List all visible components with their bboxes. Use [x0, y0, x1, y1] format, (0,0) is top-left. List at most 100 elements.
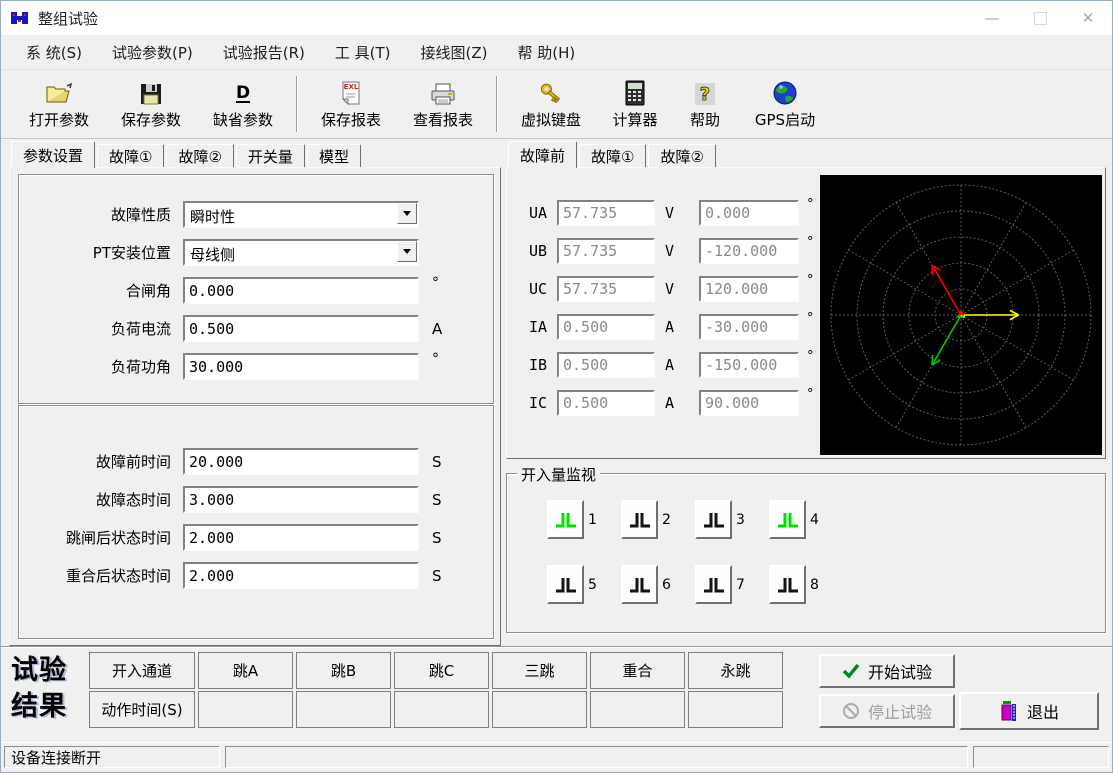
calculator-button[interactable]: 计算器: [597, 78, 673, 130]
menu-test-report[interactable]: 试验报告(R): [208, 38, 320, 66]
field-label: 跳闸后状态时间: [19, 527, 171, 548]
stop-test-button[interactable]: 停止试验: [819, 694, 955, 728]
channel-number: 8: [810, 577, 819, 593]
tab-fault-1-left[interactable]: 故障①: [97, 144, 164, 167]
load-power-angle-input[interactable]: [183, 353, 419, 380]
maximize-button[interactable]: [1016, 1, 1064, 35]
check-icon: [842, 663, 860, 679]
unit-label: S: [432, 567, 452, 585]
digital-input-7[interactable]: [695, 565, 732, 604]
toolbar-label: 帮助: [690, 109, 720, 130]
results-header-cell: 永跳: [688, 652, 783, 689]
menu-tools[interactable]: 工 具(T): [320, 38, 406, 66]
print-report-icon: [429, 78, 457, 106]
exit-label: 退出: [1027, 699, 1059, 723]
field-label: 负荷功角: [19, 356, 171, 377]
ib-angle-input: [699, 352, 799, 378]
maximize-icon: [1034, 12, 1047, 25]
menu-wiring-diagram[interactable]: 接线图(Z): [406, 38, 503, 66]
tab-fault-2-right[interactable]: 故障②: [648, 144, 715, 167]
degree-label: °: [807, 387, 814, 402]
ia-magnitude-input: [557, 314, 655, 340]
exit-door-icon: [999, 700, 1019, 722]
toolbar-label: 虚拟键盘: [521, 109, 581, 130]
post-reclose-time-input[interactable]: [183, 562, 419, 589]
minimize-button[interactable]: —: [968, 1, 1016, 35]
field-label: 故障前时间: [19, 451, 171, 472]
digital-input-8[interactable]: [769, 565, 806, 604]
help-button[interactable]: ? 帮助: [673, 78, 737, 130]
results-header-cell: 跳B: [296, 652, 391, 689]
dropdown-button[interactable]: [397, 241, 417, 262]
tab-prefault[interactable]: 故障前: [508, 141, 577, 168]
fault-time-input[interactable]: [183, 486, 419, 513]
menu-test-params[interactable]: 试验参数(P): [97, 38, 208, 66]
tab-param-settings[interactable]: 参数设置: [11, 141, 95, 168]
digital-input-channel: 1: [547, 500, 621, 539]
menu-help[interactable]: 帮 助(H): [503, 38, 591, 66]
degree-label: °: [807, 273, 814, 288]
channel-number: 7: [736, 577, 745, 593]
unit-label: V: [665, 242, 681, 260]
digital-input-channel: 6: [621, 565, 695, 604]
save-params-button[interactable]: 保存参数: [105, 78, 197, 130]
toolbar-label: 打开参数: [29, 109, 89, 130]
stop-icon: [842, 702, 860, 720]
fault-nature-select[interactable]: 瞬时性: [183, 201, 419, 228]
digital-input-2[interactable]: [621, 500, 658, 539]
menu-system[interactable]: 系 统(S): [11, 38, 97, 66]
digital-input-5[interactable]: [547, 565, 584, 604]
toolbar-label: 计算器: [612, 109, 657, 130]
svg-text:EXL: EXL: [344, 83, 359, 91]
prefault-time-input[interactable]: [183, 448, 419, 475]
pt-position-select[interactable]: 母线侧: [183, 239, 419, 266]
digital-input-1[interactable]: [547, 500, 584, 539]
virtual-keyboard-button[interactable]: 虚拟键盘: [505, 78, 597, 130]
results-value-cell: [296, 691, 391, 728]
switch-contact-icon: [702, 510, 726, 530]
degree-label: °: [807, 349, 814, 364]
ic-angle-input: [699, 390, 799, 416]
unit-label: °: [432, 275, 452, 291]
ua-magnitude-input: [557, 200, 655, 226]
gps-start-button[interactable]: GPS启动: [737, 78, 833, 130]
load-current-input[interactable]: [183, 315, 419, 342]
digital-input-6[interactable]: [621, 565, 658, 604]
save-report-button[interactable]: EXL 保存报表: [305, 78, 397, 130]
title-bar: 整组试验 — ✕: [1, 1, 1112, 35]
save-floppy-icon: [139, 78, 163, 106]
calculator-icon: [625, 78, 645, 106]
toolbar-label: GPS启动: [755, 109, 815, 130]
phase-label: UA: [529, 204, 557, 222]
unit-label: V: [665, 204, 681, 222]
tab-fault-1-right[interactable]: 故障①: [579, 144, 646, 167]
start-test-button[interactable]: 开始试验: [819, 654, 955, 688]
status-connection: 设备连接断开: [4, 746, 220, 768]
open-params-button[interactable]: 打开参数: [13, 78, 105, 130]
digital-input-3[interactable]: [695, 500, 732, 539]
post-trip-time-input[interactable]: [183, 524, 419, 551]
ub-angle-input: [699, 238, 799, 264]
closing-angle-input[interactable]: [183, 277, 419, 304]
phase-label: IA: [529, 318, 557, 336]
digital-input-4[interactable]: [769, 500, 806, 539]
exit-button[interactable]: 退出: [959, 692, 1099, 730]
tab-switching[interactable]: 开关量: [236, 144, 305, 167]
default-d-icon: D: [231, 78, 255, 106]
ib-magnitude-input: [557, 352, 655, 378]
channel-number: 3: [736, 512, 745, 528]
tab-model[interactable]: 模型: [307, 144, 361, 167]
dropdown-button[interactable]: [397, 203, 417, 224]
tab-fault-2-left[interactable]: 故障②: [166, 144, 233, 167]
phase-label: UC: [529, 280, 557, 298]
left-tab-bar: 参数设置 故障① 故障② 开关量 模型: [11, 141, 363, 167]
channel-number: 2: [662, 512, 671, 528]
view-report-button[interactable]: 查看报表: [397, 78, 489, 130]
default-params-button[interactable]: D 缺省参数: [197, 78, 289, 130]
phasor-plot: [820, 175, 1102, 455]
close-button[interactable]: ✕: [1064, 1, 1112, 35]
field-label: PT安装位置: [19, 242, 171, 263]
virtual-keyboard-key-icon: [538, 78, 564, 106]
unit-label: V: [665, 280, 681, 298]
toolbar-separator: [496, 76, 498, 132]
